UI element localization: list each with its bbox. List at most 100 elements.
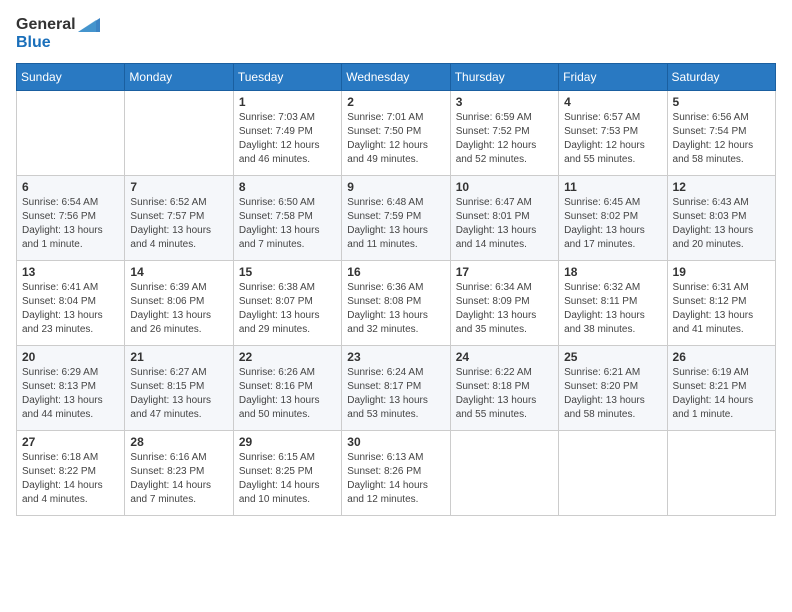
- day-info: Sunrise: 6:15 AM Sunset: 8:25 PM Dayligh…: [239, 451, 336, 507]
- day-info: Sunrise: 6:21 AM Sunset: 8:20 PM Dayligh…: [564, 366, 661, 422]
- day-number: 5: [673, 95, 770, 109]
- calendar-cell: [17, 91, 125, 176]
- calendar-cell: 27 Sunrise: 6:18 AM Sunset: 8:22 PM Dayli…: [17, 431, 125, 516]
- day-number: 8: [239, 180, 336, 194]
- calendar-cell: 17 Sunrise: 6:34 AM Sunset: 8:09 PM Dayli…: [450, 261, 558, 346]
- calendar-cell: 6Sunrise: 6:54 AM Sunset: 7:56 PM Daylig…: [17, 176, 125, 261]
- calendar-cell: 25 Sunrise: 6:21 AM Sunset: 8:20 PM Dayli…: [559, 346, 667, 431]
- weekday-header: Thursday: [450, 64, 558, 91]
- day-info: Sunrise: 6:31 AM Sunset: 8:12 PM Dayligh…: [673, 281, 770, 337]
- calendar-cell: 1 Sunrise: 7:03 AM Sunset: 7:49 PM Daylig…: [233, 91, 341, 176]
- weekday-header: Sunday: [17, 64, 125, 91]
- calendar-cell: 23Sunrise: 6:24 AM Sunset: 8:17 PM Dayli…: [342, 346, 450, 431]
- day-number: 3: [456, 95, 553, 109]
- weekday-header: Saturday: [667, 64, 775, 91]
- day-number: 12: [673, 180, 770, 194]
- calendar-cell: 3 Sunrise: 6:59 AM Sunset: 7:52 PM Daylig…: [450, 91, 558, 176]
- calendar-cell: 19 Sunrise: 6:31 AM Sunset: 8:12 PM Dayli…: [667, 261, 775, 346]
- day-number: 11: [564, 180, 661, 194]
- day-number: 16: [347, 265, 444, 279]
- weekday-header: Tuesday: [233, 64, 341, 91]
- weekday-header: Monday: [125, 64, 233, 91]
- day-info: Sunrise: 6:39 AM Sunset: 8:06 PM Dayligh…: [130, 281, 227, 337]
- day-info: Sunrise: 6:34 AM Sunset: 8:09 PM Dayligh…: [456, 281, 553, 337]
- day-info: Sunrise: 6:59 AM Sunset: 7:52 PM Dayligh…: [456, 111, 553, 167]
- calendar-cell: 10Sunrise: 6:47 AM Sunset: 8:01 PM Dayli…: [450, 176, 558, 261]
- logo-blue-text: Blue: [16, 34, 51, 52]
- day-number: 4: [564, 95, 661, 109]
- day-info: Sunrise: 6:47 AM Sunset: 8:01 PM Dayligh…: [456, 196, 553, 252]
- day-info: Sunrise: 6:56 AM Sunset: 7:54 PM Dayligh…: [673, 111, 770, 167]
- day-info: Sunrise: 6:27 AM Sunset: 8:15 PM Dayligh…: [130, 366, 227, 422]
- day-number: 24: [456, 350, 553, 364]
- day-info: Sunrise: 6:36 AM Sunset: 8:08 PM Dayligh…: [347, 281, 444, 337]
- day-info: Sunrise: 6:50 AM Sunset: 7:58 PM Dayligh…: [239, 196, 336, 252]
- calendar-cell: 16 Sunrise: 6:36 AM Sunset: 8:08 PM Dayli…: [342, 261, 450, 346]
- day-number: 9: [347, 180, 444, 194]
- day-info: Sunrise: 6:52 AM Sunset: 7:57 PM Dayligh…: [130, 196, 227, 252]
- calendar-cell: 2 Sunrise: 7:01 AM Sunset: 7:50 PM Daylig…: [342, 91, 450, 176]
- day-number: 19: [673, 265, 770, 279]
- logo-general-text: General: [16, 16, 76, 34]
- day-number: 20: [22, 350, 119, 364]
- day-number: 27: [22, 435, 119, 449]
- day-info: Sunrise: 6:32 AM Sunset: 8:11 PM Dayligh…: [564, 281, 661, 337]
- calendar-cell: [667, 431, 775, 516]
- day-number: 22: [239, 350, 336, 364]
- day-info: Sunrise: 6:57 AM Sunset: 7:53 PM Dayligh…: [564, 111, 661, 167]
- calendar-cell: 11 Sunrise: 6:45 AM Sunset: 8:02 PM Dayli…: [559, 176, 667, 261]
- calendar-cell: 7Sunrise: 6:52 AM Sunset: 7:57 PM Daylig…: [125, 176, 233, 261]
- calendar-body: 1 Sunrise: 7:03 AM Sunset: 7:49 PM Daylig…: [17, 91, 776, 516]
- calendar-cell: 26 Sunrise: 6:19 AM Sunset: 8:21 PM Dayli…: [667, 346, 775, 431]
- calendar-header: SundayMondayTuesdayWednesdayThursdayFrid…: [17, 64, 776, 91]
- weekday-header: Wednesday: [342, 64, 450, 91]
- day-info: Sunrise: 6:43 AM Sunset: 8:03 PM Dayligh…: [673, 196, 770, 252]
- calendar-cell: 30Sunrise: 6:13 AM Sunset: 8:26 PM Dayli…: [342, 431, 450, 516]
- calendar-cell: 21Sunrise: 6:27 AM Sunset: 8:15 PM Dayli…: [125, 346, 233, 431]
- day-info: Sunrise: 6:19 AM Sunset: 8:21 PM Dayligh…: [673, 366, 770, 422]
- day-number: 2: [347, 95, 444, 109]
- calendar-cell: 9 Sunrise: 6:48 AM Sunset: 7:59 PM Daylig…: [342, 176, 450, 261]
- day-info: Sunrise: 6:54 AM Sunset: 7:56 PM Dayligh…: [22, 196, 119, 252]
- calendar-cell: 14 Sunrise: 6:39 AM Sunset: 8:06 PM Dayli…: [125, 261, 233, 346]
- calendar-cell: 15 Sunrise: 6:38 AM Sunset: 8:07 PM Dayli…: [233, 261, 341, 346]
- day-info: Sunrise: 6:48 AM Sunset: 7:59 PM Dayligh…: [347, 196, 444, 252]
- page-header: General Blue: [16, 16, 776, 51]
- day-info: Sunrise: 6:18 AM Sunset: 8:22 PM Dayligh…: [22, 451, 119, 507]
- calendar-cell: 20 Sunrise: 6:29 AM Sunset: 8:13 PM Dayli…: [17, 346, 125, 431]
- day-number: 17: [456, 265, 553, 279]
- calendar-cell: 22 Sunrise: 6:26 AM Sunset: 8:16 PM Dayli…: [233, 346, 341, 431]
- day-number: 14: [130, 265, 227, 279]
- calendar-cell: 12 Sunrise: 6:43 AM Sunset: 8:03 PM Dayli…: [667, 176, 775, 261]
- day-info: Sunrise: 6:29 AM Sunset: 8:13 PM Dayligh…: [22, 366, 119, 422]
- logo-bird-icon: [78, 18, 100, 32]
- weekday-header: Friday: [559, 64, 667, 91]
- calendar-cell: [559, 431, 667, 516]
- day-number: 26: [673, 350, 770, 364]
- calendar-cell: 4 Sunrise: 6:57 AM Sunset: 7:53 PM Daylig…: [559, 91, 667, 176]
- day-number: 29: [239, 435, 336, 449]
- day-info: Sunrise: 7:01 AM Sunset: 7:50 PM Dayligh…: [347, 111, 444, 167]
- day-number: 25: [564, 350, 661, 364]
- calendar-cell: 8 Sunrise: 6:50 AM Sunset: 7:58 PM Daylig…: [233, 176, 341, 261]
- day-number: 28: [130, 435, 227, 449]
- day-info: Sunrise: 6:45 AM Sunset: 8:02 PM Dayligh…: [564, 196, 661, 252]
- calendar-cell: 5 Sunrise: 6:56 AM Sunset: 7:54 PM Daylig…: [667, 91, 775, 176]
- day-info: Sunrise: 6:41 AM Sunset: 8:04 PM Dayligh…: [22, 281, 119, 337]
- calendar-cell: 28 Sunrise: 6:16 AM Sunset: 8:23 PM Dayli…: [125, 431, 233, 516]
- day-number: 15: [239, 265, 336, 279]
- day-info: Sunrise: 6:22 AM Sunset: 8:18 PM Dayligh…: [456, 366, 553, 422]
- day-info: Sunrise: 6:26 AM Sunset: 8:16 PM Dayligh…: [239, 366, 336, 422]
- day-info: Sunrise: 7:03 AM Sunset: 7:49 PM Dayligh…: [239, 111, 336, 167]
- calendar-cell: 13Sunrise: 6:41 AM Sunset: 8:04 PM Dayli…: [17, 261, 125, 346]
- calendar-cell: [450, 431, 558, 516]
- logo: General Blue: [16, 16, 100, 51]
- day-info: Sunrise: 6:38 AM Sunset: 8:07 PM Dayligh…: [239, 281, 336, 337]
- calendar-cell: 29 Sunrise: 6:15 AM Sunset: 8:25 PM Dayli…: [233, 431, 341, 516]
- day-info: Sunrise: 6:13 AM Sunset: 8:26 PM Dayligh…: [347, 451, 444, 507]
- day-info: Sunrise: 6:16 AM Sunset: 8:23 PM Dayligh…: [130, 451, 227, 507]
- calendar-table: SundayMondayTuesdayWednesdayThursdayFrid…: [16, 63, 776, 516]
- calendar-cell: 24 Sunrise: 6:22 AM Sunset: 8:18 PM Dayli…: [450, 346, 558, 431]
- day-number: 23: [347, 350, 444, 364]
- day-number: 1: [239, 95, 336, 109]
